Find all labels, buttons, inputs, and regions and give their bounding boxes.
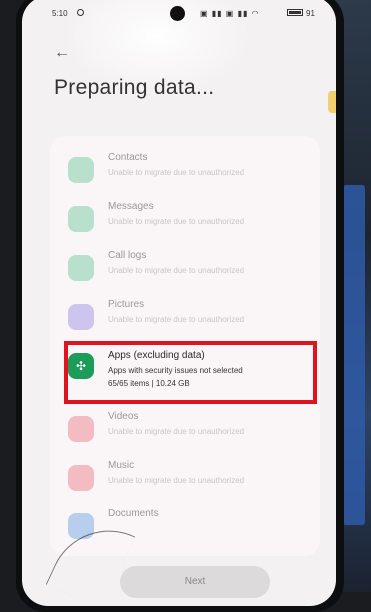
phone-screen: 5:10 ▣ ▮▮ ▣ ▮▮ ◠ 91 ← Preparing data... … <box>22 0 336 606</box>
system-icons: ▣ ▮▮ ▣ ▮▮ ◠ <box>200 9 260 18</box>
front-camera-icon <box>170 6 185 21</box>
page-title: Preparing data... <box>54 76 215 99</box>
contacts-icon <box>68 157 94 183</box>
status-bar: 5:10 ▣ ▮▮ ▣ ▮▮ ◠ 91 <box>22 6 336 21</box>
list-item-call-logs[interactable]: Call logs Unable to migrate due to unaut… <box>50 240 320 288</box>
status-time: 5:10 <box>52 9 68 18</box>
music-icon <box>68 465 94 491</box>
list-item-messages[interactable]: Messages Unable to migrate due to unauth… <box>50 191 320 239</box>
videos-icon <box>68 416 94 442</box>
item-name: Pictures <box>108 299 145 310</box>
messages-icon <box>68 206 94 232</box>
list-item-pictures[interactable]: Pictures Unable to migrate due to unauth… <box>50 289 320 337</box>
side-indicator <box>328 91 336 113</box>
item-name: Call logs <box>108 250 147 261</box>
list-item-videos[interactable]: Videos Unable to migrate due to unauthor… <box>50 401 320 449</box>
item-status: Unable to migrate due to unauthorized <box>108 427 245 436</box>
item-status: Unable to migrate due to unauthorized <box>108 266 245 275</box>
item-status: Unable to migrate due to unauthorized <box>108 315 245 324</box>
phone-icon <box>68 255 94 281</box>
item-name: Videos <box>108 411 139 422</box>
back-arrow-icon[interactable]: ← <box>54 44 70 62</box>
pictures-icon <box>68 304 94 330</box>
battery-percent: 91 <box>306 9 315 18</box>
item-name: Music <box>108 460 135 471</box>
item-status: Unable to migrate due to unauthorized <box>108 168 245 177</box>
next-button[interactable]: Next <box>120 566 270 598</box>
item-name: Contacts <box>108 152 148 163</box>
item-status: Unable to migrate due to unauthorized <box>108 476 245 485</box>
item-status: Unable to migrate due to unauthorized <box>108 217 245 226</box>
item-name: Documents <box>108 508 159 519</box>
background-strip <box>343 185 365 525</box>
notification-icon <box>77 9 84 16</box>
list-item-contacts[interactable]: Contacts Unable to migrate due to unauth… <box>50 142 320 190</box>
list-item-music[interactable]: Music Unable to migrate due to unauthori… <box>50 450 320 498</box>
battery-icon <box>287 9 303 16</box>
item-name: Messages <box>108 201 154 212</box>
highlight-box <box>64 341 317 404</box>
